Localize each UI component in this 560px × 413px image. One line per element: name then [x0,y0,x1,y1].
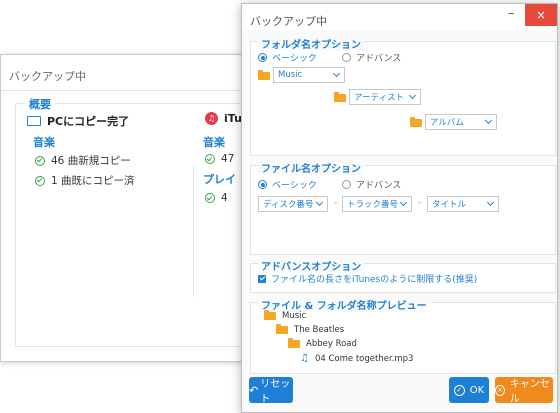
folder-icon [276,324,288,334]
summary-label: 概要 [25,96,55,112]
status-row: 4 [205,192,228,204]
dropdown-value: アルバム [430,118,464,128]
radio-label: ベーシック [272,181,317,191]
column-divider [193,165,194,297]
preview-item-label: The Beatles [294,325,345,335]
itunes-icon: ♫ [205,112,218,125]
music-heading-left: 音楽 [33,136,55,149]
advanced-options-legend: アドバンスオプション [258,258,365,273]
folder-level-1-dropdown[interactable]: Music [273,67,345,83]
checkbox-checked-icon [258,274,266,283]
background-window: バックアップ中 概要 PCにコピー完了 ♫ iTu 音楽 46 曲新規コピー 1… [0,54,264,362]
dialog-title: バックアップ中 [250,15,327,28]
folder-options-legend: フォルダ名オプション [258,36,364,51]
folder-icon [258,70,270,80]
folder-basic-radio[interactable]: ベーシック [258,51,317,64]
limit-filename-checkbox[interactable]: ファイル名の長さをiTunesのように制限する(推奨) [258,272,477,285]
folder-level-2-dropdown[interactable]: アーティスト [349,89,421,105]
reset-button[interactable]: ↶ リセット [249,377,293,405]
file-advanced-radio[interactable]: アドバンス [342,178,401,191]
file-basic-radio[interactable]: ベーシック [258,178,317,191]
dropdown-value: タイトル [432,200,467,210]
preview-item-label: Abbey Road [306,339,357,349]
check-circle-icon [35,155,45,166]
radio-label: アドバンス [356,181,402,191]
preview-item-label: 04 Come together.mp3 [314,353,414,364]
chevron-down-icon [486,198,495,207]
status-row: 46 曲新規コピー [35,153,131,168]
cancel-button[interactable]: × キャンセル [495,377,553,405]
background-window-title: バックアップ中 [9,70,86,83]
check-circle-icon [205,193,215,203]
folder-icon [334,92,346,102]
disc-number-dropdown[interactable]: ディスク番号 [258,196,328,212]
radio-label: アドバンス [356,54,402,64]
folder-advanced-radio[interactable]: アドバンス [342,51,401,64]
close-button[interactable]: × [525,4,557,26]
itunes-status: ♫ iTu [205,112,242,125]
separator: - [334,198,338,208]
title-dropdown[interactable]: タイトル [427,196,499,212]
reset-button-label: リセット [260,379,291,405]
folder-level-3-dropdown[interactable]: アルバム [425,114,497,130]
ok-button[interactable]: ✓ OK [449,377,489,403]
preview-legend: ファイル & フォルダ名称プレビュー [258,297,430,312]
pc-status-label: PCにコピー完了 [47,115,130,128]
title-divider [1,90,263,91]
chevron-down-icon [332,69,341,78]
radio-icon [342,53,351,62]
music-heading-right: 音楽 [203,136,225,149]
folder-icon [410,117,422,127]
music-note-icon: ♫ [300,353,309,364]
check-circle-icon [35,175,45,186]
file-options-legend: ファイル名オプション [258,160,364,175]
chevron-down-icon [408,91,417,100]
dropdown-value: アーティスト [354,93,404,103]
backup-options-dialog: バックアップ中 – × フォルダ名オプション ベーシック アドバンス Music… [241,3,558,413]
status-row-label: 46 曲新規コピー [51,155,131,167]
separator: - [418,198,422,208]
preview-folder-item: Abbey Road [288,338,357,349]
track-number-dropdown[interactable]: トラック番号 [342,196,412,212]
status-row: 1 曲既にコピー済 [35,173,135,188]
pc-status: PCにコピー完了 [27,113,129,129]
radio-selected-icon [258,180,267,189]
chevron-down-icon [484,116,493,125]
monitor-icon [27,116,41,126]
preview-folder-item: Music [264,310,307,321]
chevron-down-icon [399,198,408,207]
dropdown-value: トラック番号 [347,200,399,210]
undo-icon: ↶ [249,383,259,397]
dialog-body: フォルダ名オプション ベーシック アドバンス Music アーティスト アルバム… [242,30,557,412]
dropdown-value: Music [278,70,303,80]
radio-selected-icon [258,53,267,62]
chevron-down-icon [315,198,324,207]
playlist-heading: プレイ [203,173,236,186]
minimize-button[interactable]: – [500,5,522,25]
check-circle-icon [205,154,215,164]
checkbox-label: ファイル名の長さをiTunesのように制限する(推奨) [271,275,478,285]
check-circle-icon: ✓ [453,384,465,396]
status-row-label: 47 [221,153,235,165]
folder-icon [288,338,300,348]
radio-icon [342,180,351,189]
status-row-label: 1 曲既にコピー済 [51,175,135,187]
radio-label: ベーシック [272,54,317,64]
preview-item-label: Music [282,311,307,321]
cancel-button-label: キャンセル [509,379,550,405]
cancel-circle-icon: × [495,384,505,396]
status-row-label: 4 [221,192,228,204]
ok-button-label: OK [469,384,485,396]
status-row: 47 [205,153,234,165]
preview-folder-item: The Beatles [276,324,345,335]
folder-icon [264,310,276,320]
itunes-status-label: iTu [224,112,242,125]
dropdown-value: ディスク番号 [263,200,314,210]
preview-file-item: ♫ 04 Come together.mp3 [300,353,413,364]
